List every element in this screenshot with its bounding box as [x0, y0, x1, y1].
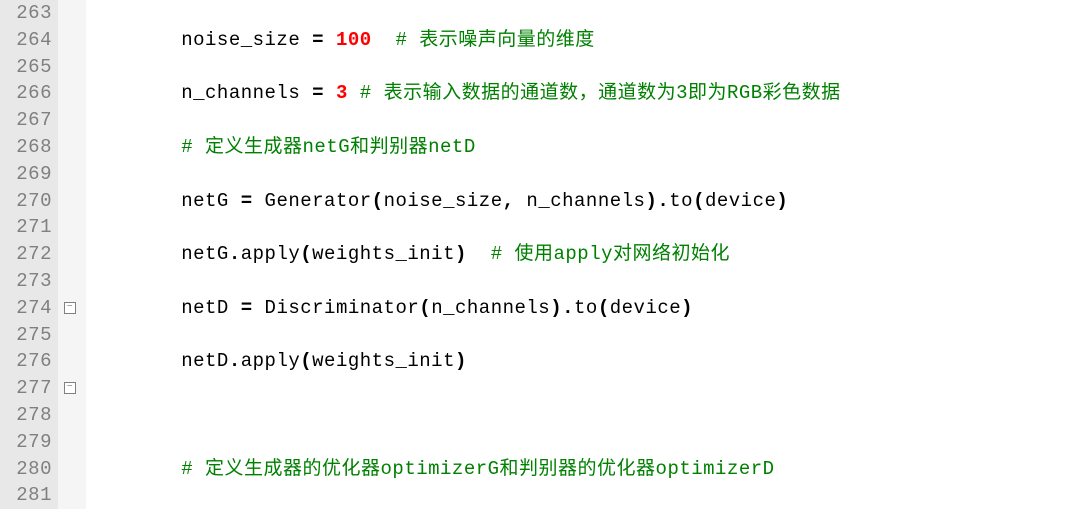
code-line: netG = Generator(noise_size, n_channels)…: [86, 188, 1080, 215]
fold-toggle-icon[interactable]: −: [64, 382, 76, 394]
line-number: 278: [4, 402, 52, 429]
line-number: 266: [4, 80, 52, 107]
line-number: 265: [4, 54, 52, 81]
line-number: 281: [4, 482, 52, 509]
line-number: 264: [4, 27, 52, 54]
fold-toggle-icon[interactable]: −: [64, 302, 76, 314]
code-line: # 定义生成器的优化器optimizerG和判别器的优化器optimizerD: [86, 456, 1080, 483]
line-number: 269: [4, 161, 52, 188]
code-line: netD = Discriminator(n_channels).to(devi…: [86, 295, 1080, 322]
code-line: netG.apply(weights_init) # 使用apply对网络初始化: [86, 241, 1080, 268]
line-number-gutter: 263 264 265 266 267 268 269 270 271 272 …: [0, 0, 58, 509]
line-number: 270: [4, 188, 52, 215]
line-number: 272: [4, 241, 52, 268]
code-line: noise_size = 100 # 表示噪声向量的维度: [86, 27, 1080, 54]
line-number: 267: [4, 107, 52, 134]
code-editor-area[interactable]: noise_size = 100 # 表示噪声向量的维度 n_channels …: [86, 0, 1080, 509]
line-number: 275: [4, 322, 52, 349]
line-number: 280: [4, 456, 52, 483]
line-number: 271: [4, 214, 52, 241]
line-number: 263: [4, 0, 52, 27]
line-number: 274: [4, 295, 52, 322]
line-number: 273: [4, 268, 52, 295]
line-number: 279: [4, 429, 52, 456]
line-number: 268: [4, 134, 52, 161]
code-line: netD.apply(weights_init): [86, 348, 1080, 375]
line-number: 276: [4, 348, 52, 375]
code-line: # 定义生成器netG和判别器netD: [86, 134, 1080, 161]
code-line: [86, 402, 1080, 429]
code-line: n_channels = 3 # 表示输入数据的通道数，通道数为3即为RGB彩色…: [86, 80, 1080, 107]
line-number: 277: [4, 375, 52, 402]
fold-column: − −: [58, 0, 86, 509]
